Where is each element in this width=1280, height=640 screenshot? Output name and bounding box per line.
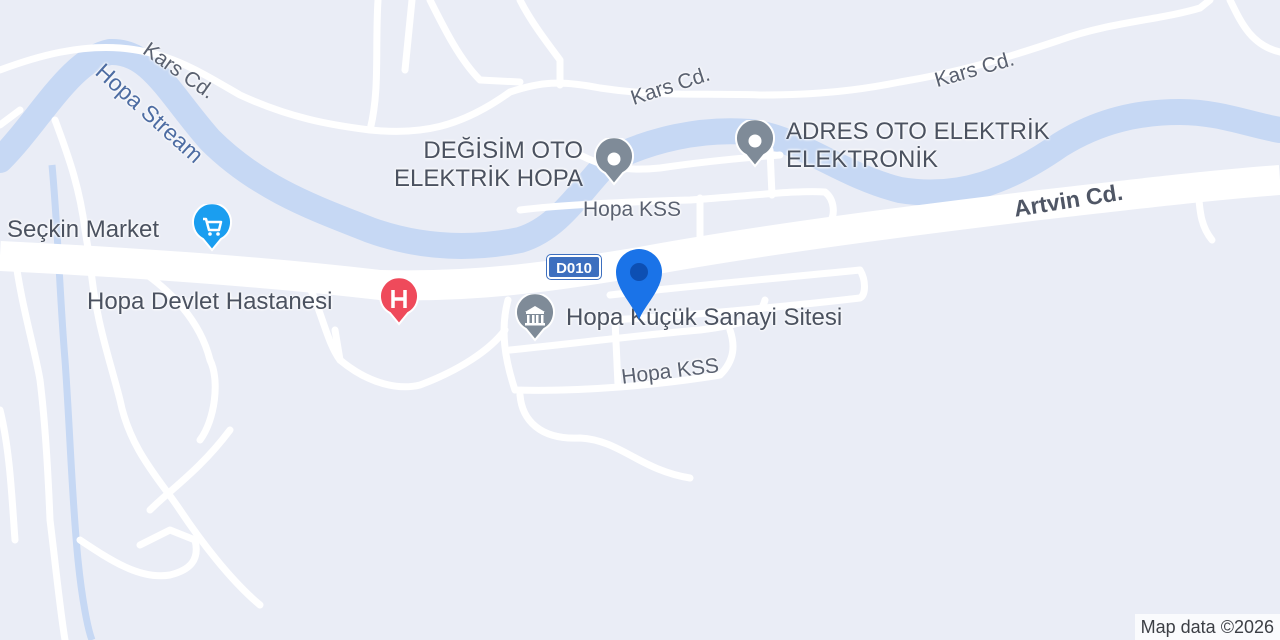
poi-label-degisim-line1: DEĞİSİM OTO: [423, 137, 583, 164]
place-icon[interactable]: [735, 118, 775, 168]
route-shield-d010: D010: [547, 255, 601, 279]
shopping-cart-icon[interactable]: [192, 202, 232, 252]
poi-label-hopa-devlet-hastanesi[interactable]: Hopa Devlet Hastanesi: [87, 288, 332, 316]
poi-label-adres-oto[interactable]: ADRES OTO ELEKTRİK ELEKTRONİK: [786, 118, 1050, 174]
place-icon[interactable]: [594, 136, 634, 186]
road-label-hopa-kss-top: Hopa KSS: [583, 198, 682, 221]
poi-label-degisim-oto[interactable]: DEĞİSİM OTO ELEKTRİK HOPA: [380, 137, 583, 193]
poi-label-degisim-line2: ELEKTRİK HOPA: [394, 165, 583, 192]
map-attribution: Map data ©2026: [1134, 614, 1280, 640]
poi-label-hopa-kucuk-sanayi-sitesi[interactable]: Hopa Küçük Sanayi Sitesi: [566, 304, 842, 332]
poi-label-seckin-market[interactable]: Seçkin Market: [7, 216, 159, 244]
building-icon[interactable]: [515, 292, 555, 342]
poi-label-adres-line2: ELEKTRONİK: [786, 146, 939, 173]
location-pin-icon[interactable]: [612, 244, 666, 322]
poi-label-adres-line1: ADRES OTO ELEKTRİK: [786, 118, 1050, 145]
hospital-icon[interactable]: [379, 276, 419, 326]
map-canvas[interactable]: Kars Cd. Kars Cd. Kars Cd. Artvin Cd. Ho…: [0, 0, 1280, 640]
